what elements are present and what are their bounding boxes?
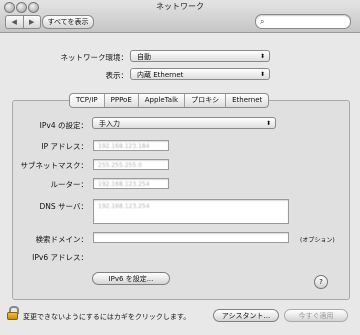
popup-arrows-icon: ⬍ bbox=[259, 53, 265, 60]
tab-pppoe[interactable]: PPPoE bbox=[103, 94, 138, 107]
location-popup[interactable]: 自動 ⬍ bbox=[130, 50, 270, 62]
tab-tcpip[interactable]: TCP/IP bbox=[70, 94, 104, 107]
window-titlebar: ネットワーク ◀ ▶ すべてを表示 ⌕ bbox=[0, 0, 360, 33]
subnet-mask-label: サブネットマスク： bbox=[20, 161, 89, 170]
ipv4-config-value: 手入力 bbox=[99, 120, 120, 128]
back-forward-control: ◀ ▶ bbox=[5, 15, 41, 29]
tab-ethernet[interactable]: Ethernet bbox=[225, 94, 268, 107]
dns-server-field[interactable]: 192.168.123.254 bbox=[93, 199, 289, 224]
tab-proxy[interactable]: プロキシ bbox=[184, 94, 225, 107]
location-label: ネットワーク環境： bbox=[60, 53, 129, 62]
popup-arrows-icon: ⬍ bbox=[265, 120, 271, 127]
show-all-button[interactable]: すべてを表示 bbox=[42, 15, 94, 29]
help-button[interactable]: ? bbox=[314, 275, 328, 289]
router-label: ルーター： bbox=[50, 180, 89, 189]
tab-appletalk[interactable]: AppleTalk bbox=[137, 94, 184, 107]
forward-arrow-icon[interactable]: ▶ bbox=[22, 16, 41, 28]
ipv4-config-popup[interactable]: 手入力 ⬍ bbox=[92, 117, 276, 129]
ipv4-label: IPv4 の設定： bbox=[39, 121, 88, 130]
search-domain-field[interactable] bbox=[93, 232, 289, 243]
ipv6-address-label: IPv6 アドレス： bbox=[32, 253, 88, 262]
window-title: ネットワーク bbox=[156, 2, 204, 11]
lock-icon[interactable] bbox=[7, 306, 19, 320]
dns-server-label: DNS サーバ： bbox=[39, 202, 88, 211]
optional-label: (オプション) bbox=[300, 237, 335, 244]
assistant-button[interactable]: アシスタント... bbox=[213, 309, 279, 322]
router-value: 192.168.123.254 bbox=[98, 181, 150, 188]
subnet-mask-field[interactable]: 255.255.255.0 bbox=[93, 159, 169, 170]
magnifier-icon: ⌕ bbox=[260, 17, 265, 26]
dns-server-value: 192.168.123.254 bbox=[98, 203, 150, 210]
show-label: 表示： bbox=[105, 71, 129, 80]
configure-ipv6-button[interactable]: IPv6 を設定... bbox=[92, 272, 170, 285]
search-field[interactable]: ⌕ bbox=[255, 14, 351, 29]
ip-address-label: IP アドレス： bbox=[41, 142, 88, 151]
search-domain-label: 検索ドメイン： bbox=[35, 235, 89, 244]
show-popup[interactable]: 内蔵 Ethernet ⬍ bbox=[130, 68, 270, 80]
lock-hint-text: 変更できないようにするにはカギをクリックします。 bbox=[23, 313, 191, 321]
apply-now-button[interactable]: 今すぐ適用 bbox=[284, 309, 348, 322]
ip-address-field[interactable]: 192.168.123.184 bbox=[93, 140, 169, 151]
popup-arrows-icon: ⬍ bbox=[259, 71, 265, 78]
back-arrow-icon[interactable]: ◀ bbox=[6, 16, 23, 28]
tab-bar: TCP/IP PPPoE AppleTalk プロキシ Ethernet bbox=[69, 93, 270, 108]
subnet-mask-value: 255.255.255.0 bbox=[98, 162, 142, 169]
show-popup-value: 内蔵 Ethernet bbox=[137, 71, 184, 79]
ip-address-value: 192.168.123.184 bbox=[98, 143, 150, 150]
location-popup-value: 自動 bbox=[137, 53, 151, 61]
router-field[interactable]: 192.168.123.254 bbox=[93, 178, 169, 189]
